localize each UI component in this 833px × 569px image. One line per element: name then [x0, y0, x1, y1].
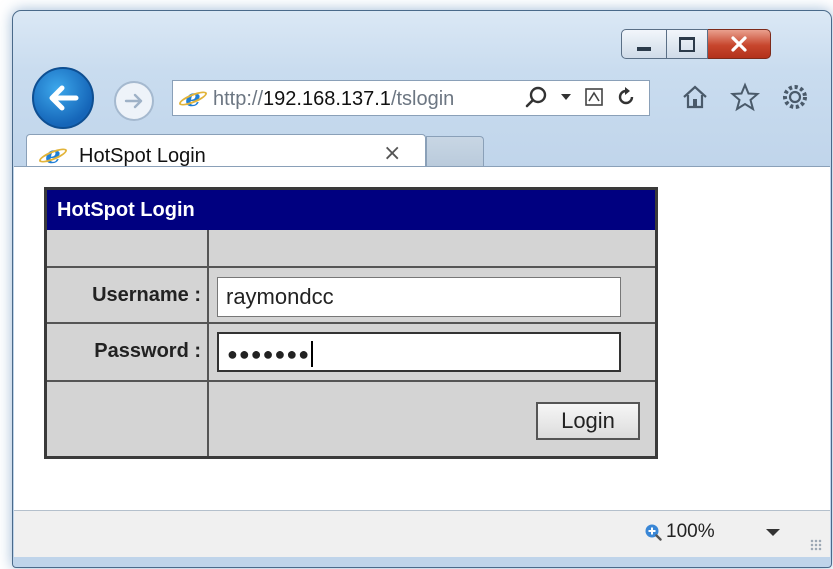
home-icon[interactable]	[680, 82, 710, 112]
password-label: Password :	[94, 340, 201, 362]
text-caret	[311, 341, 314, 368]
zoom-icon	[645, 524, 662, 541]
zoom-control[interactable]: 100%	[644, 521, 715, 543]
refresh-icon[interactable]	[615, 86, 637, 108]
zoom-level: 100%	[666, 521, 715, 542]
address-url[interactable]: http://192.168.137.1/tslogin	[213, 88, 454, 111]
caption-buttons	[621, 29, 771, 59]
login-title: HotSpot Login	[57, 199, 195, 221]
username-label: Username :	[92, 284, 201, 306]
address-bar[interactable]: e http://192.168.137.1/tslogin	[172, 80, 650, 116]
username-field[interactable]: raymondcc	[217, 277, 621, 317]
tab-favicon-icon: e	[37, 143, 69, 167]
password-masked-value: ●●●●●●●	[227, 344, 311, 364]
status-bar: 100%	[14, 510, 830, 557]
minimize-icon	[637, 47, 651, 51]
internet-explorer-icon: e	[177, 86, 209, 110]
login-button[interactable]: Login	[536, 402, 640, 440]
chevron-down-icon[interactable]	[559, 92, 573, 102]
minimize-button[interactable]	[621, 29, 667, 59]
password-field[interactable]: ●●●●●●●	[217, 332, 621, 372]
star-icon[interactable]	[730, 82, 760, 112]
login-form: HotSpot Login Username : raymondcc Passw…	[44, 187, 658, 459]
maximize-icon	[679, 36, 695, 52]
back-button[interactable]	[32, 67, 94, 129]
close-icon	[731, 36, 747, 52]
login-header: HotSpot Login	[47, 190, 655, 230]
forward-button[interactable]	[114, 81, 154, 121]
form-divider	[47, 266, 655, 268]
form-column-divider	[207, 230, 209, 456]
toolbar-icons	[680, 82, 810, 112]
tab-close-icon[interactable]: ×	[383, 141, 401, 166]
resize-grip-icon[interactable]	[810, 539, 822, 551]
form-divider	[47, 380, 655, 382]
address-tools	[525, 85, 637, 109]
form-divider	[47, 322, 655, 324]
page-content: HotSpot Login Username : raymondcc Passw…	[14, 166, 830, 511]
search-icon[interactable]	[525, 85, 549, 109]
username-value: raymondcc	[226, 284, 334, 309]
forward-arrow-icon	[124, 93, 143, 109]
compatibility-view-icon[interactable]	[583, 86, 605, 108]
maximize-button[interactable]	[667, 29, 708, 59]
close-window-button[interactable]	[708, 29, 771, 59]
tab-title: HotSpot Login	[79, 145, 206, 167]
zoom-dropdown-icon[interactable]	[766, 529, 780, 536]
back-arrow-icon	[49, 85, 79, 111]
gear-icon[interactable]	[780, 82, 810, 112]
